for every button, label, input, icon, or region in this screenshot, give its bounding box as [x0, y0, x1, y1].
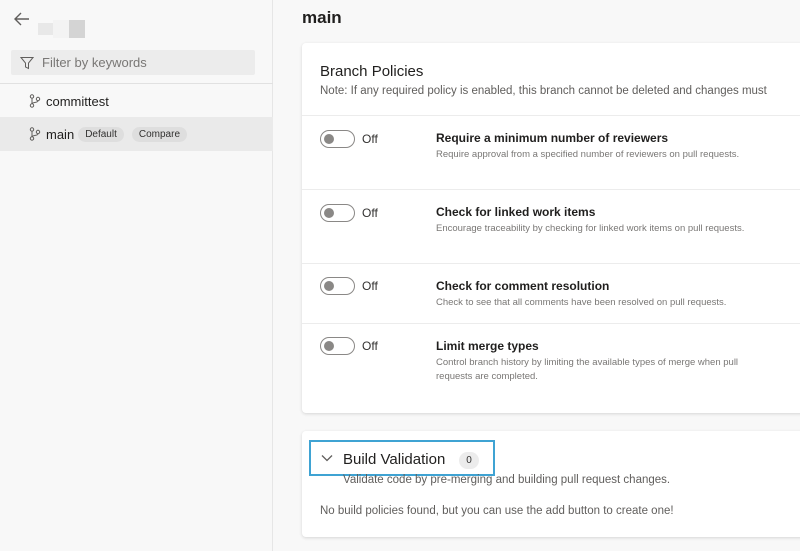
- filter-input[interactable]: [42, 55, 242, 70]
- branch-policies-title: Branch Policies: [320, 63, 424, 80]
- policy-description: Encourage traceability by checking for l…: [436, 223, 745, 234]
- compare-badge[interactable]: Compare: [131, 126, 188, 142]
- branch-icon: [29, 94, 41, 108]
- policy-title: Limit merge types: [436, 339, 539, 353]
- chevron-down-icon[interactable]: [321, 453, 333, 463]
- sidebar: committest main Default Compare: [0, 0, 273, 551]
- build-validation-count-badge: 0: [459, 452, 479, 469]
- policy-title: Check for linked work items: [436, 205, 596, 219]
- repository-image: [38, 20, 86, 38]
- policy-description: Require approval from a specified number…: [436, 149, 740, 160]
- policy-title: Check for comment resolution: [436, 279, 610, 293]
- branch-item-committest[interactable]: committest: [0, 84, 273, 118]
- branch-item-main[interactable]: main Default Compare: [0, 117, 273, 151]
- build-validation-title[interactable]: Build Validation: [343, 451, 445, 468]
- policy-min-reviewers: Off Require a minimum number of reviewer…: [302, 116, 800, 190]
- policy-toggle[interactable]: [320, 337, 355, 355]
- policy-toggle-label: Off: [362, 206, 378, 220]
- build-validation-empty-message: No build policies found, but you can use…: [320, 505, 674, 517]
- policy-toggle-label: Off: [362, 339, 378, 353]
- policy-toggle-label: Off: [362, 132, 378, 146]
- build-validation-description: Validate code by pre-merging and buildin…: [343, 474, 671, 486]
- back-arrow-icon[interactable]: [12, 9, 32, 29]
- policy-title: Require a minimum number of reviewers: [436, 131, 669, 145]
- branch-name: committest: [46, 93, 109, 109]
- policy-description: Control branch history by limiting the a…: [436, 357, 739, 382]
- policy-linked-work-items: Off Check for linked work items Encourag…: [302, 190, 800, 264]
- policy-toggle[interactable]: [320, 130, 355, 148]
- policy-description: Check to see that all comments have been…: [436, 297, 727, 308]
- branch-icon: [29, 127, 41, 141]
- policy-comment-resolution: Off Check for comment resolution Check t…: [302, 264, 800, 323]
- page-title: main: [302, 8, 342, 27]
- filter-icon: [20, 56, 34, 69]
- default-badge: Default: [78, 126, 124, 142]
- policy-toggle[interactable]: [320, 204, 355, 222]
- branch-policies-note: Note: If any required policy is enabled,…: [320, 85, 767, 97]
- branch-name: main: [46, 126, 75, 142]
- policy-toggle[interactable]: [320, 277, 355, 295]
- branch-policies-card: Branch Policies Note: If any required po…: [302, 43, 800, 413]
- policy-limit-merge-types: Off Limit merge types Control branch his…: [302, 324, 800, 404]
- build-validation-card: Build Validation 0 Validate code by pre-…: [302, 431, 800, 537]
- policy-toggle-label: Off: [362, 279, 378, 293]
- filter-box[interactable]: [11, 50, 255, 75]
